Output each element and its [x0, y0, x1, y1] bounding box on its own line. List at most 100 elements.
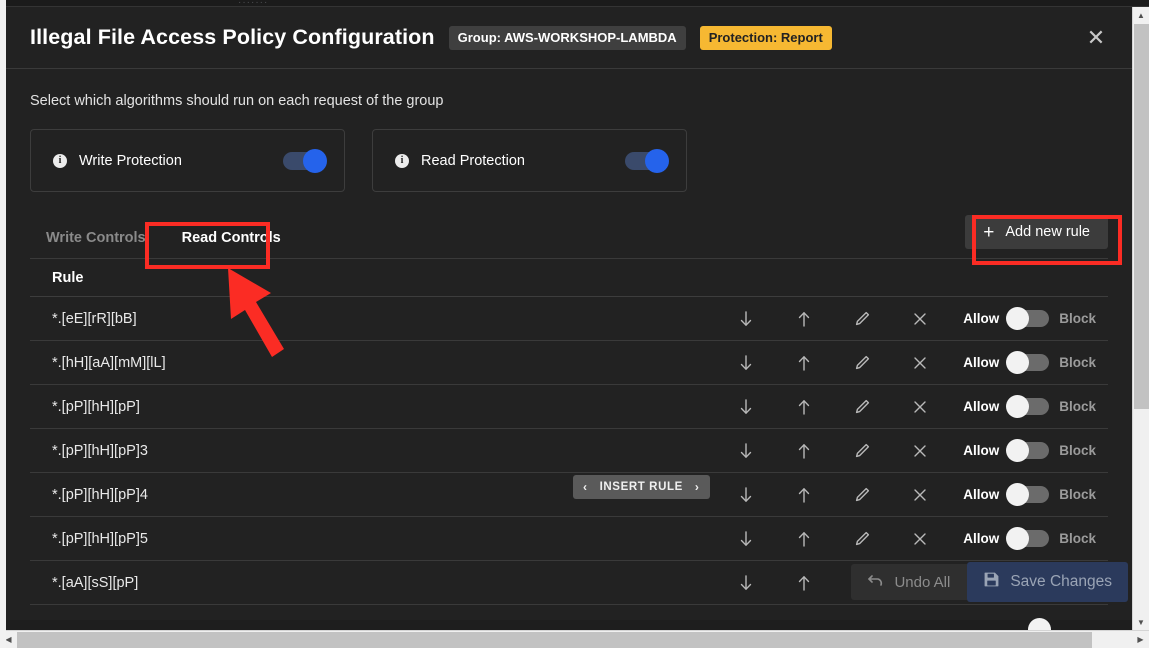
- horizontal-scrollbar-thumb[interactable]: [17, 631, 1092, 648]
- table-row: *.[pP][hH][pP]3 Allow Block: [30, 429, 1108, 473]
- read-protection-toggle[interactable]: [625, 148, 669, 173]
- delete-icon[interactable]: [891, 311, 949, 327]
- table-row: *.[pP][hH][pP]4 Allow Block: [30, 473, 1108, 517]
- move-up-icon[interactable]: [775, 530, 833, 548]
- block-label: Block: [1059, 487, 1096, 502]
- edit-icon[interactable]: [833, 398, 891, 415]
- allow-label: Allow: [963, 487, 1000, 502]
- scroll-down-arrow-icon[interactable]: ▼: [1133, 614, 1149, 631]
- delete-icon[interactable]: [891, 487, 949, 503]
- allow-block-toggle[interactable]: [1006, 439, 1050, 462]
- dialog-subtitle: Select which algorithms should run on ea…: [30, 93, 444, 109]
- write-protection-card[interactable]: i Write Protection: [30, 129, 345, 192]
- add-new-rule-button[interactable]: + Add new rule: [965, 215, 1108, 249]
- table-row: *.[hH][aA][mM][lL] Allow Block: [30, 341, 1108, 385]
- move-down-icon[interactable]: [717, 354, 775, 372]
- move-down-icon[interactable]: [717, 530, 775, 548]
- edit-icon[interactable]: [833, 486, 891, 503]
- dialog-footer-actions: Undo All Save Changes: [851, 562, 1128, 602]
- horizontal-scrollbar[interactable]: ◀ ▶: [0, 630, 1149, 648]
- rule-pattern: *.[hH][aA][mM][lL]: [52, 354, 166, 371]
- move-up-icon[interactable]: [775, 398, 833, 416]
- rule-pattern: *.[eE][rR][bB]: [52, 310, 137, 327]
- write-protection-toggle[interactable]: [283, 148, 327, 173]
- allow-block-toggle[interactable]: [1006, 351, 1050, 374]
- save-changes-label: Save Changes: [1010, 573, 1112, 590]
- move-up-icon[interactable]: [775, 310, 833, 328]
- row-actions: Allow Block: [717, 483, 1108, 506]
- browser-viewport: ······· Illegal File Access Policy Confi…: [0, 0, 1149, 648]
- table-row: *.[pP][hH][pP]5 Allow Block: [30, 517, 1108, 561]
- chevron-right-icon[interactable]: ›: [695, 480, 700, 494]
- move-down-icon[interactable]: [717, 574, 775, 592]
- scroll-up-arrow-icon[interactable]: ▲: [1133, 7, 1149, 24]
- save-changes-button[interactable]: Save Changes: [967, 562, 1128, 602]
- move-down-icon[interactable]: [717, 442, 775, 460]
- info-icon[interactable]: i: [395, 153, 409, 168]
- insert-rule-label: INSERT RULE: [599, 481, 683, 493]
- edit-icon[interactable]: [833, 442, 891, 459]
- controls-tabs: Write Controls Read Controls + Add new r…: [30, 215, 1108, 259]
- undo-all-button[interactable]: Undo All: [851, 564, 968, 600]
- insert-rule-button[interactable]: ‹ INSERT RULE ›: [573, 475, 710, 499]
- allow-block-toggle-group: Allow Block: [949, 439, 1108, 462]
- block-label: Block: [1059, 531, 1096, 546]
- move-down-icon[interactable]: [717, 486, 775, 504]
- row-actions: Allow Block: [717, 395, 1108, 418]
- block-label: Block: [1059, 311, 1096, 326]
- allow-label: Allow: [963, 443, 1000, 458]
- block-label: Block: [1059, 399, 1096, 414]
- write-protection-label: Write Protection: [79, 152, 182, 169]
- delete-icon[interactable]: [891, 531, 949, 547]
- allow-block-toggle[interactable]: [1006, 395, 1050, 418]
- save-icon: [983, 571, 1000, 593]
- protection-status-badge: Protection: Report: [699, 25, 832, 50]
- edit-icon[interactable]: [833, 354, 891, 371]
- close-icon[interactable]: ✕: [1082, 24, 1110, 52]
- edit-icon[interactable]: [833, 530, 891, 547]
- read-protection-card[interactable]: i Read Protection: [372, 129, 687, 192]
- dialog-header: Illegal File Access Policy Configuration…: [6, 7, 1132, 69]
- move-up-icon[interactable]: [775, 442, 833, 460]
- allow-block-toggle[interactable]: [1006, 307, 1050, 330]
- policy-configuration-dialog: Illegal File Access Policy Configuration…: [6, 7, 1132, 620]
- info-icon[interactable]: i: [53, 153, 67, 168]
- allow-block-toggle-group: Allow Block: [949, 483, 1108, 506]
- edit-icon[interactable]: [833, 310, 891, 327]
- background-page-strip: ·······: [0, 0, 1149, 8]
- allow-block-toggle-group: Allow Block: [949, 351, 1108, 374]
- chevron-left-icon[interactable]: ‹: [583, 480, 588, 494]
- row-actions: Allow Block: [717, 307, 1108, 330]
- move-down-icon[interactable]: [717, 310, 775, 328]
- group-badge: Group: AWS-WORKSHOP-LAMBDA: [448, 25, 686, 50]
- rule-pattern: *.[pP][hH][pP]: [52, 398, 140, 415]
- tab-read-controls[interactable]: Read Controls: [164, 230, 299, 258]
- browser-left-edge: [0, 0, 6, 648]
- add-new-rule-label: Add new rule: [1005, 224, 1090, 240]
- plus-icon: +: [983, 221, 995, 243]
- allow-block-toggle-group: Allow Block: [949, 307, 1108, 330]
- allow-block-toggle[interactable]: [1006, 527, 1050, 550]
- allow-label: Allow: [963, 531, 1000, 546]
- scroll-right-arrow-icon[interactable]: ▶: [1132, 631, 1149, 648]
- table-row: *.[eE][rR][bB] Allow Block: [30, 297, 1108, 341]
- tab-write-controls[interactable]: Write Controls: [30, 230, 164, 258]
- dialog-body: Select which algorithms should run on ea…: [6, 69, 1132, 605]
- vertical-scrollbar-thumb[interactable]: [1134, 24, 1149, 409]
- allow-label: Allow: [963, 355, 1000, 370]
- delete-icon[interactable]: [891, 443, 949, 459]
- block-label: Block: [1059, 355, 1096, 370]
- block-label: Block: [1059, 443, 1096, 458]
- delete-icon[interactable]: [891, 355, 949, 371]
- table-column-header-rule: Rule: [30, 259, 1108, 297]
- move-up-icon[interactable]: [775, 354, 833, 372]
- row-actions: Allow Block: [717, 351, 1108, 374]
- move-down-icon[interactable]: [717, 398, 775, 416]
- allow-block-toggle[interactable]: [1006, 483, 1050, 506]
- allow-label: Allow: [963, 399, 1000, 414]
- move-up-icon[interactable]: [775, 486, 833, 504]
- vertical-scrollbar[interactable]: ▲ ▼: [1132, 7, 1149, 631]
- move-up-icon[interactable]: [775, 574, 833, 592]
- undo-all-label: Undo All: [894, 573, 951, 591]
- delete-icon[interactable]: [891, 399, 949, 415]
